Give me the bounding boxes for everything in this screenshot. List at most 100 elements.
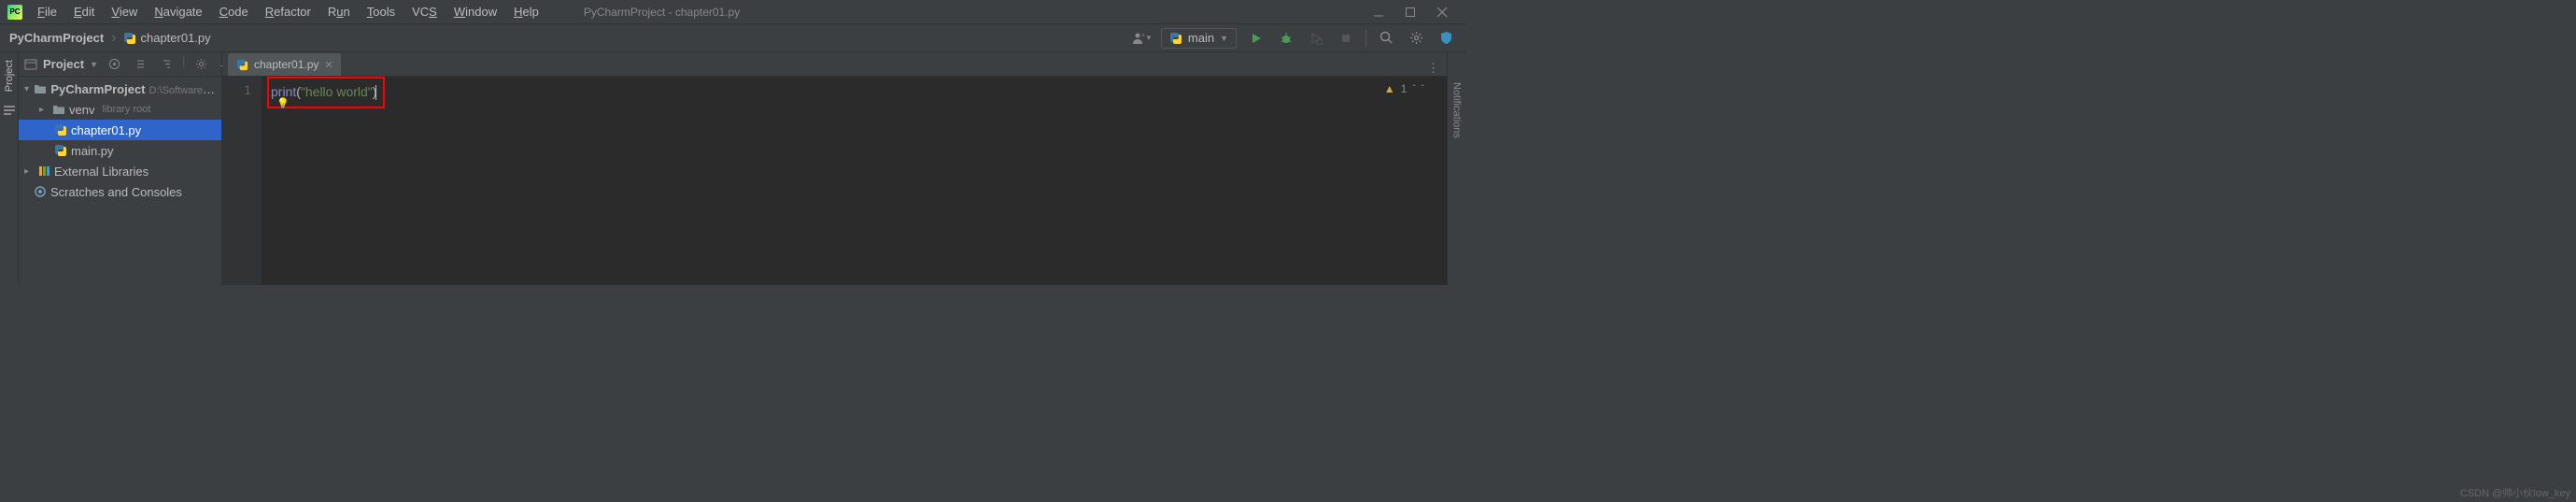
stop-button[interactable]: [1336, 28, 1356, 49]
python-file-icon: [54, 123, 67, 136]
tree-file-main[interactable]: main.py: [19, 140, 221, 161]
libraries-icon: [37, 165, 50, 178]
notifications-tool-button[interactable]: Notifications: [1451, 77, 1463, 144]
menu-code[interactable]: Code: [212, 3, 256, 21]
tabs-more-icon[interactable]: ⋮: [1420, 61, 1447, 76]
tab-close-icon[interactable]: ✕: [324, 59, 333, 71]
editor-area: chapter01.py ✕ ⋮ 1 print("hello world") …: [222, 52, 1447, 285]
project-path: D:\Software\PyCharm\PyCharmPro: [149, 85, 216, 96]
scratches-label: Scratches and Consoles: [50, 185, 182, 199]
menu-navigate[interactable]: Navigate: [147, 3, 209, 21]
divider: |: [182, 54, 185, 75]
menu-run[interactable]: Run: [320, 3, 358, 21]
window-title: PyCharmProject - chapter01.py: [584, 6, 740, 19]
expand-arrow-icon[interactable]: ▸: [39, 105, 49, 115]
file-label: main.py: [71, 144, 114, 158]
code-editor[interactable]: 1 print("hello world") 💡 ▲ 1 ˆ ˇ: [222, 77, 1447, 285]
code-line[interactable]: print("hello world"): [271, 82, 1437, 101]
run-config-selector[interactable]: main ▼: [1161, 28, 1237, 49]
venv-label: venv: [69, 103, 94, 117]
navbar: PyCharmProject › chapter01.py +▾ main ▼: [0, 24, 1465, 52]
chevron-up-icon[interactable]: ˆ: [1412, 84, 1415, 94]
collapse-icon[interactable]: [156, 54, 177, 75]
menu-refactor[interactable]: Refactor: [258, 3, 318, 21]
venv-note: library root: [102, 104, 150, 115]
file-label: chapter01.py: [71, 123, 141, 137]
line-gutter: 1: [222, 77, 262, 285]
inspection-widget[interactable]: ▲ 1 ˆ ˇ: [1384, 82, 1424, 95]
external-label: External Libraries: [54, 165, 149, 179]
breadcrumb[interactable]: PyCharmProject › chapter01.py: [9, 30, 211, 47]
sidebar-header: Project ▼ | —: [19, 52, 221, 77]
scratches-icon: [34, 185, 47, 198]
run-button[interactable]: [1246, 28, 1267, 49]
line-number: 1: [222, 82, 251, 97]
expand-icon[interactable]: [130, 54, 150, 75]
nav-right: +▾ main ▼: [1131, 28, 1456, 49]
project-name: PyCharmProject: [50, 82, 145, 96]
chevron-down-icon[interactable]: ˇ: [1422, 84, 1424, 94]
structure-icon[interactable]: [3, 103, 16, 116]
code-content[interactable]: print("hello world") 💡: [262, 77, 1447, 285]
python-file-icon: [123, 32, 136, 45]
left-tool-rail: Project: [0, 52, 19, 285]
gear-icon[interactable]: [191, 54, 211, 75]
titlebar: PC File Edit View Navigate Code Refactor…: [0, 0, 1465, 24]
add-user-icon[interactable]: +▾: [1131, 28, 1152, 49]
close-button[interactable]: [1436, 6, 1449, 19]
menu-edit[interactable]: Edit: [66, 3, 102, 21]
tree-external-libs[interactable]: ▸ External Libraries: [19, 161, 221, 181]
window-controls: [1372, 6, 1462, 19]
text-cursor: [375, 85, 376, 100]
tree-file-chapter01[interactable]: chapter01.py: [19, 120, 221, 140]
main-area: Project Project ▼ | — ▾ PyCharmProject D:…: [0, 52, 1465, 285]
folder-icon: [34, 82, 47, 95]
collapse-arrow-icon[interactable]: ▾: [24, 84, 30, 94]
breadcrumb-sep: ›: [111, 30, 116, 47]
chevron-down-icon[interactable]: ▼: [90, 60, 98, 69]
tab-label: chapter01.py: [254, 58, 318, 71]
menu-vcs[interactable]: VCS: [404, 3, 445, 21]
sidebar-title: Project: [43, 57, 84, 71]
right-tool-rail: Notifications: [1447, 52, 1465, 285]
editor-tabs: chapter01.py ✕ ⋮: [222, 52, 1447, 77]
run-config-label: main: [1188, 31, 1214, 45]
shield-icon[interactable]: [1436, 28, 1456, 49]
warning-icon: ▲: [1384, 82, 1395, 95]
menu-help[interactable]: Help: [506, 3, 546, 21]
chevron-down-icon: ▼: [1220, 34, 1228, 43]
tree-venv[interactable]: ▸ venv library root: [19, 99, 221, 120]
main-menu: File Edit View Navigate Code Refactor Ru…: [30, 3, 546, 21]
minimize-button[interactable]: [1372, 6, 1385, 19]
menu-window[interactable]: Window: [446, 3, 504, 21]
coverage-button[interactable]: [1306, 28, 1326, 49]
menu-tools[interactable]: Tools: [360, 3, 403, 21]
tab-chapter01[interactable]: chapter01.py ✕: [228, 53, 341, 76]
warning-count: 1: [1401, 82, 1408, 95]
python-file-icon: [54, 144, 67, 157]
menu-file[interactable]: File: [30, 3, 64, 21]
project-tree: ▾ PyCharmProject D:\Software\PyCharm\PyCh…: [19, 77, 221, 204]
tree-project-root[interactable]: ▾ PyCharmProject D:\Software\PyCharm\PyCh…: [19, 79, 221, 99]
debug-button[interactable]: [1276, 28, 1296, 49]
python-icon: [1169, 32, 1182, 45]
search-icon[interactable]: [1376, 28, 1396, 49]
app-icon: PC: [7, 5, 22, 20]
project-view-icon: [24, 58, 37, 71]
project-sidebar: Project ▼ | — ▾ PyCharmProject D:\Softwar…: [19, 52, 222, 285]
watermark: CSDN @帅小伙low_key: [2460, 485, 2570, 500]
lightbulb-icon[interactable]: 💡: [276, 97, 290, 109]
expand-arrow-icon[interactable]: ▸: [24, 166, 34, 177]
menu-view[interactable]: View: [104, 3, 145, 21]
breadcrumb-root[interactable]: PyCharmProject: [9, 31, 104, 45]
folder-icon: [52, 103, 65, 116]
breadcrumb-file[interactable]: chapter01.py: [140, 31, 210, 45]
svg-text:+: +: [1141, 33, 1145, 39]
settings-icon[interactable]: [1406, 28, 1426, 49]
python-file-icon: [235, 58, 248, 71]
tree-scratches[interactable]: Scratches and Consoles: [19, 181, 221, 202]
target-icon[interactable]: [104, 54, 124, 75]
project-tool-button[interactable]: Project: [4, 56, 15, 95]
code-string: "hello world": [301, 84, 373, 99]
maximize-button[interactable]: [1404, 6, 1417, 19]
